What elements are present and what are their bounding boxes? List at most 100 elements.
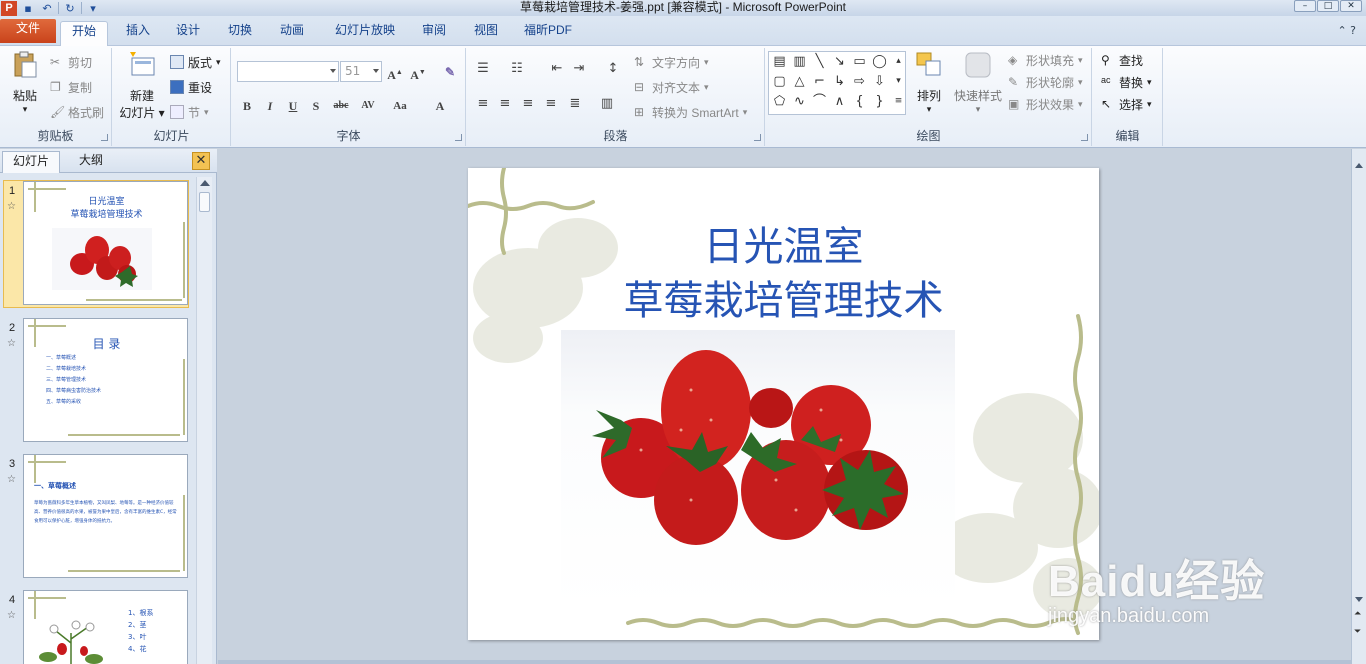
arrow-line-shape-icon[interactable]: ↘	[830, 52, 849, 71]
tab-foxit-pdf[interactable]: 福昕PDF	[516, 21, 580, 46]
scroll-up-icon[interactable]	[200, 180, 210, 186]
elbow-arrow-shape-icon[interactable]: ↳	[830, 72, 849, 91]
font-color-icon[interactable]: A	[430, 96, 450, 116]
pentagon-shape-icon[interactable]: ⬠	[770, 92, 789, 111]
tab-review[interactable]: 审阅	[412, 21, 456, 46]
section-button[interactable]: 节 ▾	[170, 102, 209, 122]
clear-formatting-icon[interactable]: ✎	[440, 62, 460, 82]
slide-thumbnail-3[interactable]: 一、草莓概述 草莓为蔷薇科多年生草本植物，又叫凤梨、地莓等。是一种经济价值较高、…	[23, 454, 188, 578]
close-pane-icon[interactable]: ✕	[192, 152, 210, 170]
previous-slide-icon[interactable]: ⏶	[1354, 609, 1361, 619]
powerpoint-app-icon[interactable]: P	[1, 0, 17, 16]
scroll-up-icon[interactable]	[1355, 163, 1363, 168]
oval-shape-icon[interactable]: ◯	[870, 52, 889, 71]
shape-fill-button[interactable]: ◈ 形状填充 ▾	[1008, 50, 1083, 70]
quick-styles-button[interactable]: 快速样式 ▾	[950, 50, 1006, 115]
paste-button[interactable]: 粘贴 ▾	[6, 50, 44, 115]
rounded-rect-shape-icon[interactable]: ▢	[770, 72, 789, 91]
close-window-icon[interactable]: ✕	[1340, 0, 1362, 12]
curve-shape-icon[interactable]: ∧	[830, 92, 849, 111]
shape-outline-button[interactable]: ✎ 形状轮廓 ▾	[1008, 72, 1083, 92]
freeform-shape-icon[interactable]: ∿	[790, 92, 809, 111]
slide-thumbnail-1[interactable]: 日光温室 草莓栽培管理技术	[23, 181, 188, 305]
arc-shape-icon[interactable]: ⌒	[810, 92, 829, 111]
columns-icon[interactable]: ▥	[597, 96, 617, 116]
arrange-button[interactable]: 排列 ▾	[910, 50, 948, 115]
strikethrough-icon[interactable]: abc	[331, 96, 351, 116]
grow-font-icon[interactable]: A▲	[385, 62, 405, 82]
font-name-combo[interactable]	[237, 61, 339, 82]
clipboard-launcher-icon[interactable]	[101, 134, 108, 141]
scrollbar-thumb[interactable]	[199, 192, 210, 212]
layout-button[interactable]: 版式 ▾	[170, 52, 221, 72]
redo-icon[interactable]: ↻	[62, 1, 78, 15]
shape-effects-button[interactable]: ▣ 形状效果 ▾	[1008, 94, 1083, 114]
tab-file[interactable]: 文件	[0, 19, 56, 43]
select-button[interactable]: ↖ 选择 ▾	[1101, 94, 1152, 114]
strawberry-photo[interactable]	[561, 330, 955, 612]
drawing-launcher-icon[interactable]	[1081, 134, 1088, 141]
textbox-shape-icon[interactable]: ▤	[770, 52, 789, 71]
elbow-connector-shape-icon[interactable]: ⌐	[810, 72, 829, 91]
bullets-icon[interactable]: ☰	[473, 61, 493, 81]
change-case-icon[interactable]: Aa	[390, 96, 410, 116]
save-icon[interactable]: ▪	[20, 1, 36, 15]
font-size-combo[interactable]: 51	[340, 61, 382, 82]
paragraph-launcher-icon[interactable]	[754, 134, 761, 141]
shapes-gallery[interactable]: ▤ ▥ ╲ ↘ ▭ ◯ ▢ △ ⌐ ↳ ⇨ ⇩ ⬠ ∿ ⌒ ∧ { } ▴ ▾ …	[768, 51, 906, 115]
maximize-icon[interactable]: □	[1317, 0, 1339, 12]
minimize-icon[interactable]: –	[1294, 0, 1316, 12]
tab-insert[interactable]: 插入	[116, 21, 160, 46]
line-spacing-icon[interactable]: ↕	[603, 61, 623, 81]
font-launcher-icon[interactable]	[455, 134, 462, 141]
find-button[interactable]: ⚲ 查找	[1101, 50, 1143, 70]
notes-splitter[interactable]	[218, 660, 1351, 664]
reset-button[interactable]: 重设	[170, 77, 212, 97]
align-center-icon[interactable]: ≡	[495, 96, 515, 116]
tab-view[interactable]: 视图	[464, 21, 508, 46]
paste-dropdown-icon[interactable]: ▾	[6, 104, 44, 115]
shrink-font-icon[interactable]: A▼	[408, 62, 428, 82]
gallery-scroll-down-icon[interactable]: ▾	[889, 72, 908, 91]
tab-design[interactable]: 设计	[166, 21, 210, 46]
increase-indent-icon[interactable]: ⇥	[569, 61, 589, 81]
help-icon[interactable]: ⌃ ?	[1337, 24, 1356, 37]
convert-smartart-button[interactable]: ⊞ 转换为 SmartArt ▾	[634, 102, 747, 122]
cut-button[interactable]: ✂ 剪切	[50, 52, 92, 72]
tab-home[interactable]: 开始	[60, 21, 108, 47]
rectangle-shape-icon[interactable]: ▭	[850, 52, 869, 71]
scroll-down-icon[interactable]	[1355, 597, 1363, 602]
customize-qat-icon[interactable]: ▾	[85, 1, 101, 15]
gallery-more-icon[interactable]: ≡	[889, 92, 908, 111]
tab-slide-show[interactable]: 幻灯片放映	[326, 21, 404, 46]
slide-title-line-2[interactable]: 草莓栽培管理技术	[468, 268, 1099, 326]
undo-icon[interactable]: ↶	[39, 1, 55, 15]
format-painter-button[interactable]: 🖌 格式刷	[50, 102, 104, 122]
bold-icon[interactable]: B	[237, 96, 257, 116]
tab-outline-pane[interactable]: 大纲	[62, 151, 120, 173]
character-spacing-icon[interactable]: AV	[358, 96, 378, 116]
vertical-textbox-shape-icon[interactable]: ▥	[790, 52, 809, 71]
copy-button[interactable]: ❐ 复制	[50, 77, 92, 97]
right-brace-shape-icon[interactable]: }	[870, 92, 889, 111]
italic-icon[interactable]: I	[260, 96, 280, 116]
gallery-scroll-up-icon[interactable]: ▴	[889, 52, 908, 71]
slide-thumbnail-2[interactable]: 目 录 一、草莓概述 二、草莓栽培技术 三、草莓管理技术 四、草莓病虫害防治技术…	[23, 318, 188, 442]
align-right-icon[interactable]: ≡	[518, 96, 538, 116]
tab-transitions[interactable]: 切换	[218, 21, 262, 46]
triangle-shape-icon[interactable]: △	[790, 72, 809, 91]
down-arrow-shape-icon[interactable]: ⇩	[870, 72, 889, 91]
slide-title-line-1[interactable]: 日光温室	[468, 214, 1099, 272]
shadow-icon[interactable]: S	[306, 96, 326, 116]
align-left-icon[interactable]: ≡	[473, 96, 493, 116]
numbering-icon[interactable]: ☷	[507, 61, 527, 81]
justify-icon[interactable]: ≡	[541, 96, 561, 116]
underline-icon[interactable]: U	[283, 96, 303, 116]
align-text-button[interactable]: ⊟ 对齐文本 ▾	[634, 77, 709, 97]
right-arrow-shape-icon[interactable]: ⇨	[850, 72, 869, 91]
slide-scrollbar[interactable]: ⏶ ⏷	[1351, 149, 1366, 664]
text-direction-button[interactable]: ⇅ 文字方向 ▾	[634, 52, 709, 72]
left-brace-shape-icon[interactable]: {	[850, 92, 869, 111]
tab-slides-pane[interactable]: 幻灯片	[2, 151, 60, 173]
current-slide[interactable]: 日光温室 草莓栽培管理技术	[468, 168, 1099, 640]
